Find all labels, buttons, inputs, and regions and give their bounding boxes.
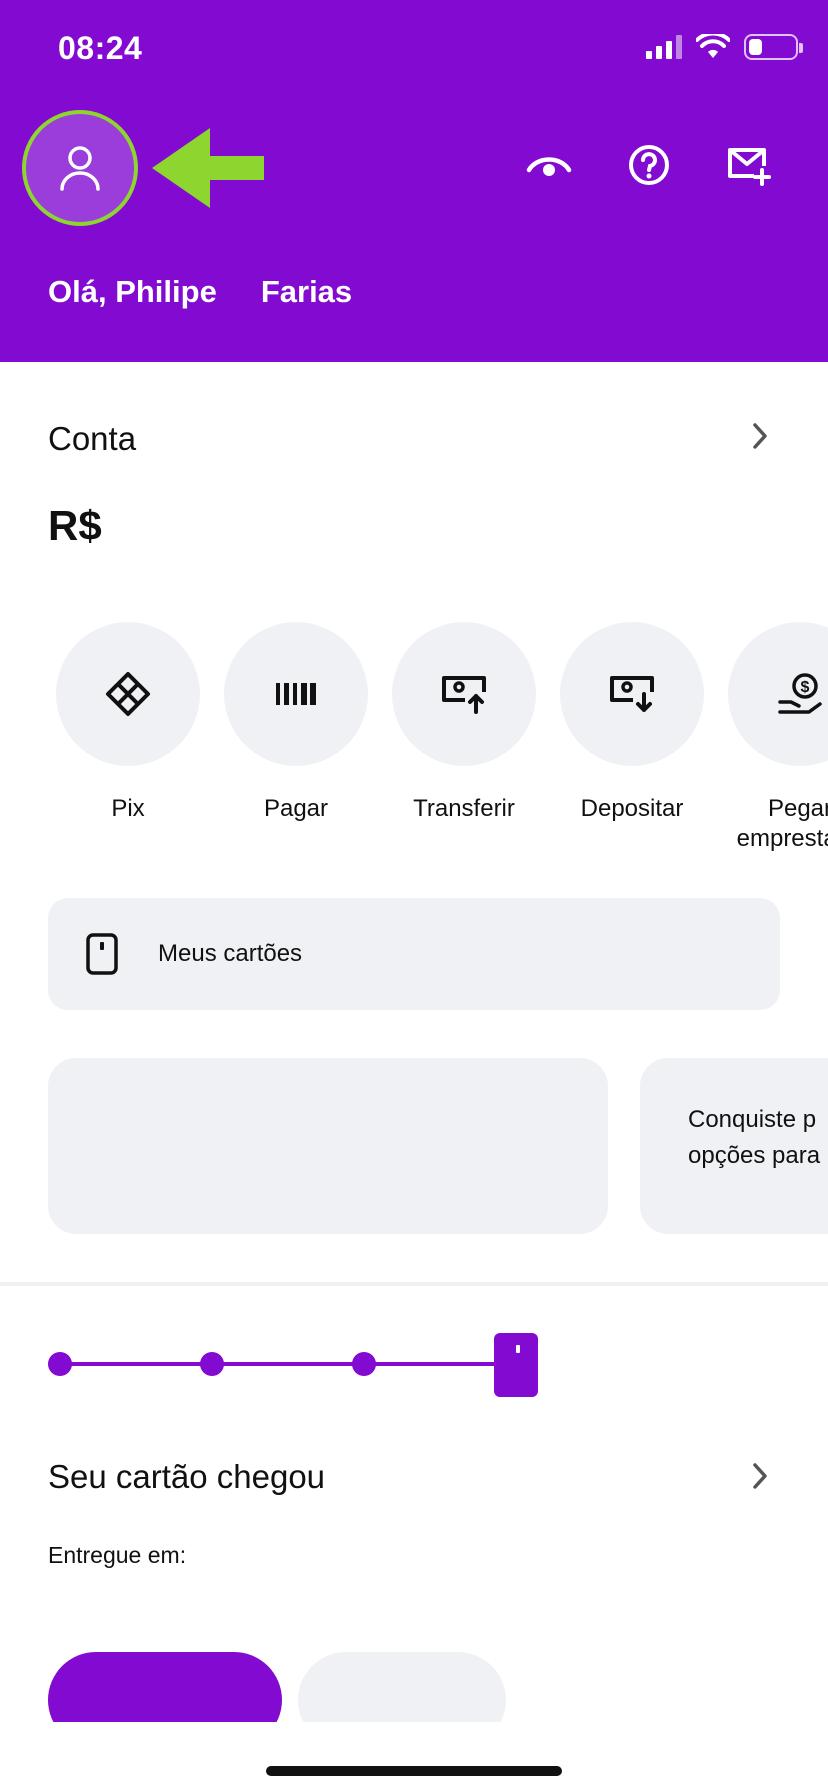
shortcut-label: Pagar	[263, 795, 329, 822]
my-cards-label: Meus cartões	[158, 940, 303, 967]
card-status-title[interactable]: Seu cartão chegou	[48, 1458, 325, 1496]
home-indicator[interactable]	[266, 1766, 562, 1776]
hand-coin-icon: $	[778, 673, 822, 714]
status-icons	[646, 34, 803, 60]
svg-text:$: $	[801, 679, 810, 696]
shortcut-pegar-emprestado[interactable]: $ Pegar emprestado	[728, 622, 828, 854]
shortcut-list: Pix Pagar Transferir Depositar $ Pegar e…	[56, 622, 828, 854]
promo-card[interactable]	[48, 1058, 608, 1234]
wifi-icon	[696, 34, 730, 58]
signal-icon	[646, 35, 682, 59]
app-screen: 08:24 Olá, Philipe Farias Conta R$ Pix P…	[0, 0, 828, 1792]
money-download-icon	[610, 676, 654, 712]
tracker-step-dot	[352, 1352, 376, 1376]
status-time: 08:24	[58, 30, 143, 66]
promo-text-line2: opções para	[688, 1142, 821, 1169]
shortcut-label: Transferir	[413, 795, 515, 822]
barcode-icon	[276, 683, 316, 705]
mail-plus-icon	[728, 148, 771, 186]
bottom-area	[0, 1722, 828, 1792]
chevron-right-icon[interactable]	[752, 1462, 768, 1490]
shortcut-depositar[interactable]: Depositar	[560, 622, 704, 854]
invite-button[interactable]	[726, 142, 772, 188]
toggle-balance-button[interactable]	[526, 142, 572, 188]
shortcut-circle[interactable]	[560, 622, 704, 766]
shortcut-label: Pix	[111, 795, 145, 822]
tracker-step-dot	[48, 1352, 72, 1376]
help-button[interactable]	[626, 142, 672, 188]
shortcut-circle[interactable]	[224, 622, 368, 766]
promo-card-credit[interactable]: Conquiste p opções para	[640, 1058, 828, 1234]
header-actions	[526, 142, 772, 188]
account-title[interactable]: Conta	[48, 420, 136, 458]
tracker-card-icon	[494, 1333, 538, 1397]
pix-icon	[106, 672, 150, 716]
promo-text-line1: Conquiste p	[688, 1106, 817, 1133]
money-upload-icon	[442, 676, 486, 714]
shortcut-circle[interactable]	[392, 622, 536, 766]
battery-icon	[744, 34, 803, 60]
card-icon	[86, 933, 118, 975]
profile-button[interactable]	[22, 110, 138, 226]
shortcut-label: Pegar emprestado	[736, 795, 828, 852]
greeting-first-name: Olá, Philipe	[48, 274, 217, 309]
chevron-right-icon[interactable]	[752, 422, 768, 450]
shortcut-transferir[interactable]: Transferir	[392, 622, 536, 854]
greeting-last-name: Farias	[260, 274, 353, 309]
section-divider	[0, 1282, 828, 1286]
eye-icon	[526, 157, 572, 176]
help-icon	[629, 145, 669, 185]
delivered-label: Entregue em:	[48, 1542, 187, 1568]
tracker-step-dot	[200, 1352, 224, 1376]
shortcut-pagar[interactable]: Pagar	[224, 622, 368, 854]
shortcut-label: Depositar	[580, 795, 684, 822]
shortcut-circle[interactable]	[56, 622, 200, 766]
shortcut-pix[interactable]: Pix	[56, 622, 200, 854]
header: 08:24 Olá, Philipe Farias	[0, 0, 828, 362]
shortcut-circle[interactable]: $	[728, 622, 828, 766]
greeting: Olá, Philipe Farias	[48, 274, 352, 310]
arrow-annotation-icon	[152, 128, 264, 208]
my-cards-button[interactable]: Meus cartões	[48, 898, 780, 1010]
profile-icon	[60, 146, 100, 191]
delivery-tracker-line	[58, 1362, 498, 1366]
account-balance: R$	[48, 502, 102, 549]
